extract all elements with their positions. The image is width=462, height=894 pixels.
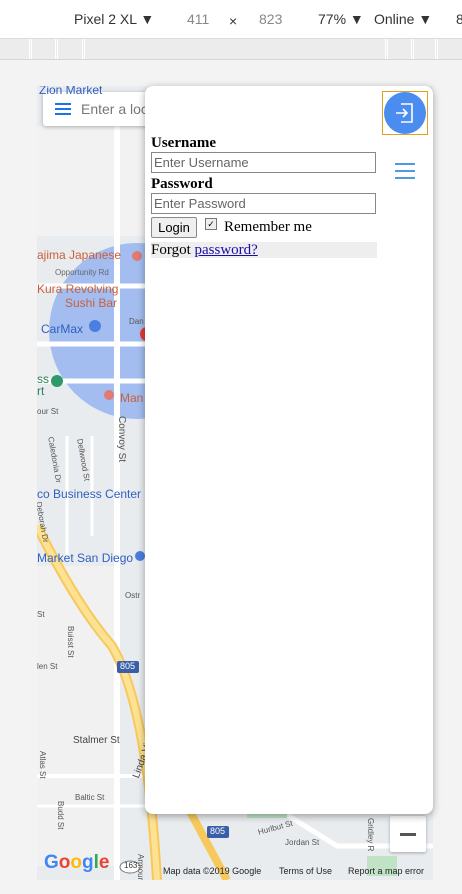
map-data-attribution: Map data ©2019 Google — [163, 866, 262, 876]
map-label: Baltic St — [75, 793, 105, 802]
map-label: 805 — [120, 661, 136, 671]
chevron-down-icon: ▼ — [140, 11, 155, 27]
map-label: Sushi Bar — [65, 296, 118, 310]
map-label: Convoy St — [116, 416, 127, 463]
zoom-value: 77% — [318, 11, 347, 27]
chevron-down-icon: ▼ — [418, 11, 433, 27]
device-select[interactable]: Pixel 2 XL ▼ — [74, 11, 154, 27]
map-label: CarMax — [41, 322, 84, 336]
network-select[interactable]: Online ▼ — [374, 11, 432, 27]
report-error-link[interactable]: Report a map error — [348, 866, 424, 876]
map-label: Atlas St — [38, 751, 47, 779]
devtools-toolbar: Pixel 2 XL ▼ 411 × 823 77% ▼ Online ▼ 8 — [0, 0, 462, 39]
menu-icon[interactable] — [55, 103, 71, 115]
map-search-input[interactable]: Enter a loc — [81, 101, 148, 117]
map-label: Ostr — [125, 591, 141, 600]
sign-in-icon — [384, 92, 426, 134]
map-label: Armour — [136, 854, 145, 880]
map-label: Dan — [129, 317, 144, 326]
map-label: 805 — [210, 826, 226, 836]
zoom-out-button[interactable] — [390, 816, 426, 852]
width-field[interactable]: 411 — [187, 11, 209, 27]
map-label: St — [37, 610, 45, 619]
remember-label: Remember me — [224, 219, 312, 235]
login-button[interactable]: Login — [151, 217, 197, 238]
overflow-text: 8 — [456, 11, 462, 27]
password-field[interactable] — [151, 193, 376, 214]
map-label: Man — [120, 391, 144, 405]
map-label: Market San Diego — [37, 551, 134, 565]
forgot-text: Forgot — [151, 242, 195, 258]
map-label: Stalmer St — [73, 735, 120, 746]
username-field[interactable] — [151, 152, 376, 173]
login-panel: Username Password Login ✓ Remember me Fo… — [145, 86, 433, 814]
map-label: Budd St — [56, 801, 65, 830]
height-field[interactable]: 823 — [259, 11, 282, 27]
forgot-row: Forgot password? — [151, 242, 377, 258]
login-toggle-button[interactable] — [382, 91, 428, 135]
device-name: Pixel 2 XL — [74, 11, 137, 27]
zoom-select[interactable]: 77% ▼ — [318, 11, 364, 27]
login-form: Username Password Login ✓ Remember me Fo… — [151, 135, 377, 258]
network-value: Online — [374, 11, 415, 27]
forgot-password-link[interactable]: password? — [194, 242, 257, 258]
map-label: Opportunity Rd — [55, 268, 109, 277]
chevron-down-icon: ▼ — [349, 11, 364, 27]
remember-checkbox[interactable]: ✓ — [205, 218, 217, 230]
map-label: Buisst St — [66, 626, 75, 658]
media-query-ruler — [0, 39, 462, 60]
times-icon: × — [229, 13, 238, 29]
map-label: len St — [37, 662, 58, 671]
username-label: Username — [151, 135, 216, 151]
map-label: Gridley R — [366, 818, 375, 852]
map-label: Kura Revolving — [37, 282, 119, 296]
login-row: Login ✓ Remember me — [151, 217, 377, 239]
map-label: Zion Market — [39, 86, 103, 97]
menu-icon[interactable] — [395, 163, 415, 180]
terms-link[interactable]: Terms of Use — [279, 866, 332, 876]
map-label: Jordan St — [285, 838, 320, 847]
map-label: our St — [37, 407, 59, 416]
google-logo: Google — [44, 852, 110, 873]
minus-icon — [400, 833, 416, 836]
map-label: rt — [37, 384, 45, 398]
password-label: Password — [151, 176, 213, 192]
map-label: ajima Japanese — [37, 248, 122, 262]
map-label: co Business Center — [37, 487, 142, 501]
